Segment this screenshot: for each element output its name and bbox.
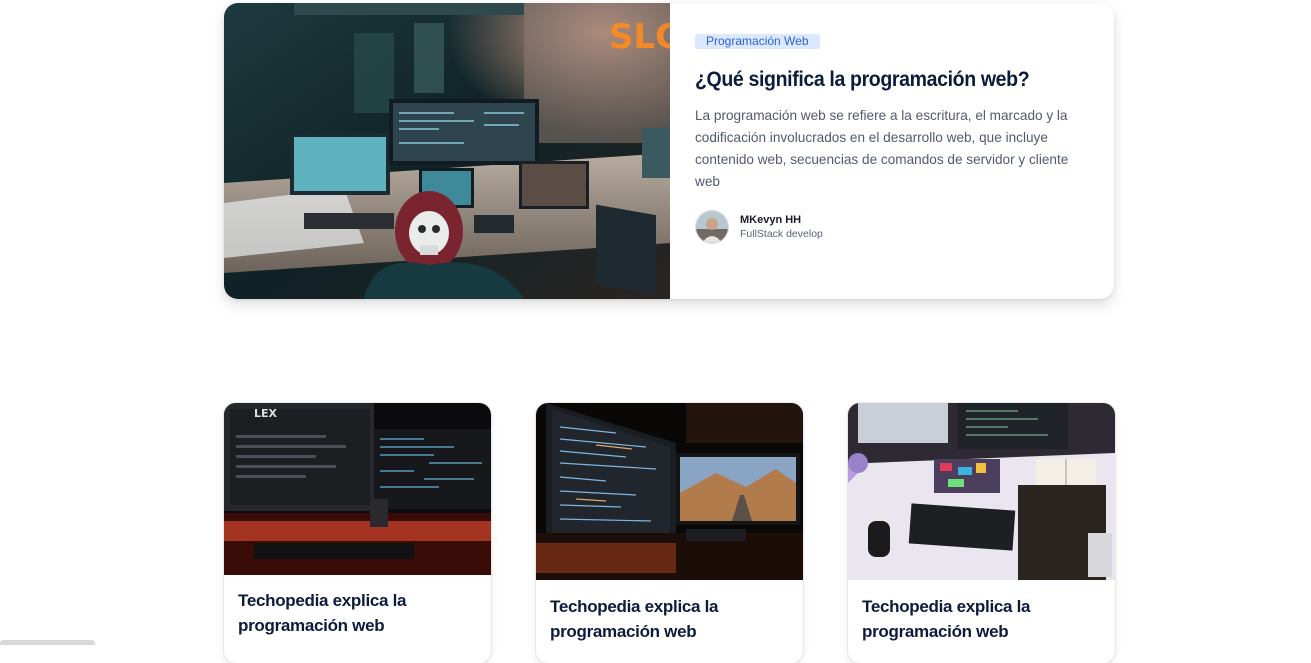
featured-article-card[interactable]: SLC Programación Web ¿Qué significa la p…	[224, 3, 1114, 299]
author-role: FullStack develop	[740, 228, 823, 240]
svg-text:SLC: SLC	[609, 17, 670, 57]
article-card[interactable]: LEX Techopedia explica la programación w…	[224, 403, 491, 663]
author-block: MKevyn HH FullStack develop	[695, 210, 1090, 244]
author-name: MKevyn HH	[740, 214, 802, 226]
article-card-title[interactable]: Techopedia explica la programación web	[224, 575, 491, 638]
horizontal-scrollbar-thumb[interactable]	[0, 640, 95, 645]
category-badge[interactable]: Programación Web	[695, 34, 820, 49]
article-card-title[interactable]: Techopedia explica la programación web	[536, 580, 803, 644]
article-card[interactable]: Techopedia explica la programación web	[536, 403, 803, 663]
featured-article-title[interactable]: ¿Qué significa la programación web?	[695, 68, 1062, 92]
featured-article-description: La programación web se refiere a la escr…	[695, 108, 1069, 189]
author-avatar	[695, 210, 729, 244]
article-card-image[interactable]	[536, 403, 803, 580]
dual-monitor-photo: LEX	[224, 403, 491, 575]
hacker-desk-photo: SLC	[224, 3, 670, 299]
article-card-title[interactable]: Techopedia explica la programación web	[848, 580, 1115, 644]
code-and-landscape-monitors-photo	[536, 403, 803, 580]
purple-desk-setup-photo	[848, 403, 1115, 580]
article-card-image[interactable]: LEX	[224, 403, 491, 575]
featured-article-image[interactable]: SLC	[224, 3, 670, 299]
article-card-image[interactable]	[848, 403, 1115, 580]
article-card[interactable]: Techopedia explica la programación web	[848, 403, 1115, 663]
avatar-photo	[696, 211, 728, 243]
svg-text:LEX: LEX	[254, 407, 278, 420]
featured-article-content: Programación Web ¿Qué significa la progr…	[670, 3, 1114, 299]
